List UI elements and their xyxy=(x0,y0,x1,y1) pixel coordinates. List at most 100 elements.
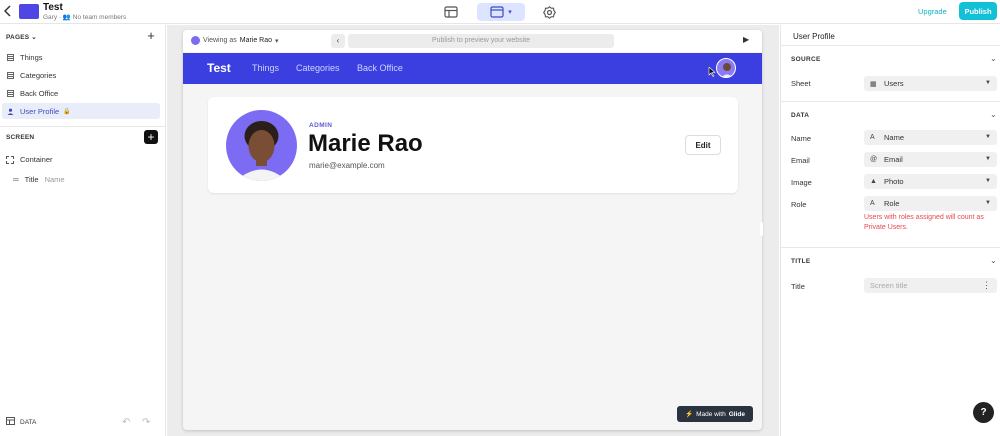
role-column-select[interactable]: A Role ▼ xyxy=(864,196,997,211)
publish-button[interactable]: Publish xyxy=(959,2,997,20)
app-nav-link-things[interactable]: Things xyxy=(252,63,279,73)
source-section: SOURCE ⌄ Sheet ▦ Users ▼ xyxy=(781,45,1000,101)
upgrade-link[interactable]: Upgrade xyxy=(918,7,947,16)
sheet-label: Sheet xyxy=(791,79,811,88)
viewing-prefix: Viewing as xyxy=(203,37,237,44)
viewing-as-selector[interactable]: Viewing as Marie Rao ▾ xyxy=(191,36,279,45)
email-column-value: Email xyxy=(884,155,903,164)
caret-down-icon: ▼ xyxy=(985,80,991,86)
back-chevron-icon[interactable] xyxy=(3,5,16,19)
component-title[interactable]: ═ Title Name xyxy=(13,175,65,184)
more-options-icon[interactable]: ⋮ xyxy=(982,280,991,291)
made-with-prefix: Made with xyxy=(696,410,726,418)
app-nav-link-categories[interactable]: Categories xyxy=(296,63,340,73)
role-warning-note: Users with roles assigned will count as … xyxy=(864,214,984,231)
url-bar: Publish to preview your website xyxy=(348,34,614,48)
play-icon[interactable]: ▶ xyxy=(743,35,749,44)
role-badge: ADMIN xyxy=(309,122,333,129)
image-column-select[interactable]: ▲ Photo ▼ xyxy=(864,174,997,189)
table-icon xyxy=(6,417,15,427)
screen-heading: SCREEN xyxy=(6,134,35,141)
field-label-email: Email xyxy=(791,156,810,165)
app-icon xyxy=(19,4,39,19)
page-item-categories[interactable]: Categories xyxy=(2,67,160,83)
settings-gear-icon[interactable] xyxy=(540,3,558,21)
app-subtitle: Gary · 👥 No team members xyxy=(43,13,126,21)
caret-down-icon: ▼ xyxy=(985,156,991,162)
name-column-value: Name xyxy=(884,133,905,142)
mouse-cursor-icon xyxy=(708,66,716,79)
glide-icon: ⚡ xyxy=(685,411,694,418)
text-icon: A xyxy=(870,200,875,207)
profile-name: Marie Rao xyxy=(308,130,423,157)
data-heading: DATA xyxy=(791,112,810,119)
page-item-back-office[interactable]: Back Office xyxy=(2,85,160,101)
app-nav-link-back-office[interactable]: Back Office xyxy=(357,63,403,73)
redo-icon[interactable]: ↷ xyxy=(142,417,150,428)
role-column-value: Role xyxy=(884,199,900,208)
title-heading: TITLE xyxy=(791,258,811,265)
help-button[interactable]: ? xyxy=(973,402,994,423)
component-sub-label: Name xyxy=(44,175,65,184)
field-label-role: Role xyxy=(791,200,807,209)
app-navbar: Test Things Categories Back Office xyxy=(183,53,762,84)
caret-down-icon: ▼ xyxy=(985,178,991,184)
profile-card: ADMIN Marie Rao marie@example.com Edit xyxy=(208,97,738,193)
data-label: DATA xyxy=(20,418,37,426)
pages-heading[interactable]: PAGES ⌄ xyxy=(6,33,37,41)
data-table-icon[interactable] xyxy=(442,3,460,21)
page-item-user-profile[interactable]: User Profile 🔒 xyxy=(2,103,160,119)
caret-down-icon: ▼ xyxy=(985,200,991,206)
chevron-down-icon: ▾ xyxy=(275,37,279,45)
edit-profile-button[interactable]: Edit xyxy=(685,135,721,155)
title-section: TITLE ⌄ Title Screen title ⋮ xyxy=(781,247,1000,307)
chevron-down-icon[interactable]: ⌄ xyxy=(990,54,997,63)
page-item-label: Things xyxy=(20,52,43,62)
chevron-down-icon[interactable]: ⌄ xyxy=(990,110,997,119)
chevron-down-icon[interactable]: ⌄ xyxy=(990,256,997,265)
made-with-glide-badge[interactable]: ⚡ Made with Glide xyxy=(677,406,753,422)
avatar xyxy=(191,36,200,45)
page-item-label: Categories xyxy=(20,70,57,80)
table-icon xyxy=(7,53,14,61)
name-column-select[interactable]: A Name ▼ xyxy=(864,130,997,145)
title-label: Title xyxy=(791,282,805,291)
data-editor-link[interactable]: DATA xyxy=(6,417,36,427)
user-avatar[interactable] xyxy=(716,58,736,78)
component-label: Title xyxy=(24,175,39,184)
pages-heading-label: PAGES xyxy=(6,34,30,41)
app-brand[interactable]: Test xyxy=(207,61,231,75)
team-members-text: No team members xyxy=(72,14,127,21)
app-title: Test xyxy=(43,2,63,13)
chevron-down-icon: ▾ xyxy=(508,9,512,16)
layout-view-toggle[interactable]: ▾ xyxy=(477,3,525,21)
table-icon xyxy=(7,89,14,97)
add-page-button[interactable]: + xyxy=(145,29,157,42)
user-icon xyxy=(7,108,14,115)
source-heading: SOURCE xyxy=(791,56,821,63)
profile-photo xyxy=(226,110,297,181)
viewing-user: Marie Rao xyxy=(239,37,273,44)
undo-icon[interactable]: ↶ xyxy=(122,417,130,428)
top-bar: Test Gary · 👥 No team members ▾ Upgrade … xyxy=(0,0,1000,24)
team-icon: 👥 xyxy=(62,14,71,21)
page-item-things[interactable]: Things xyxy=(2,49,160,65)
resize-handle[interactable] xyxy=(760,222,763,236)
right-properties-panel: User Profile SOURCE ⌄ Sheet ▦ Users ▼ DA… xyxy=(780,25,1000,436)
field-label-name: Name xyxy=(791,134,812,143)
chevron-down-icon: ⌄ xyxy=(31,34,37,41)
container-icon xyxy=(6,155,14,164)
component-container[interactable]: Container xyxy=(6,155,53,164)
browser-back-button[interactable]: ‹ xyxy=(331,34,345,48)
preview-toolbar: Viewing as Marie Rao ▾ ‹ Publish to prev… xyxy=(183,30,762,52)
sheet-select[interactable]: ▦ Users ▼ xyxy=(864,76,997,91)
email-column-select[interactable]: @ Email ▼ xyxy=(864,152,997,167)
add-component-button[interactable]: + xyxy=(144,130,158,144)
browser-window-icon xyxy=(490,6,504,18)
screen-title-input[interactable]: Screen title ⋮ xyxy=(864,278,997,293)
title-icon: ═ xyxy=(13,175,19,184)
divider xyxy=(0,126,165,127)
preview-device: Viewing as Marie Rao ▾ ‹ Publish to prev… xyxy=(183,30,762,430)
screen-title-placeholder: Screen title xyxy=(870,281,908,290)
field-label-image: Image xyxy=(791,178,812,187)
